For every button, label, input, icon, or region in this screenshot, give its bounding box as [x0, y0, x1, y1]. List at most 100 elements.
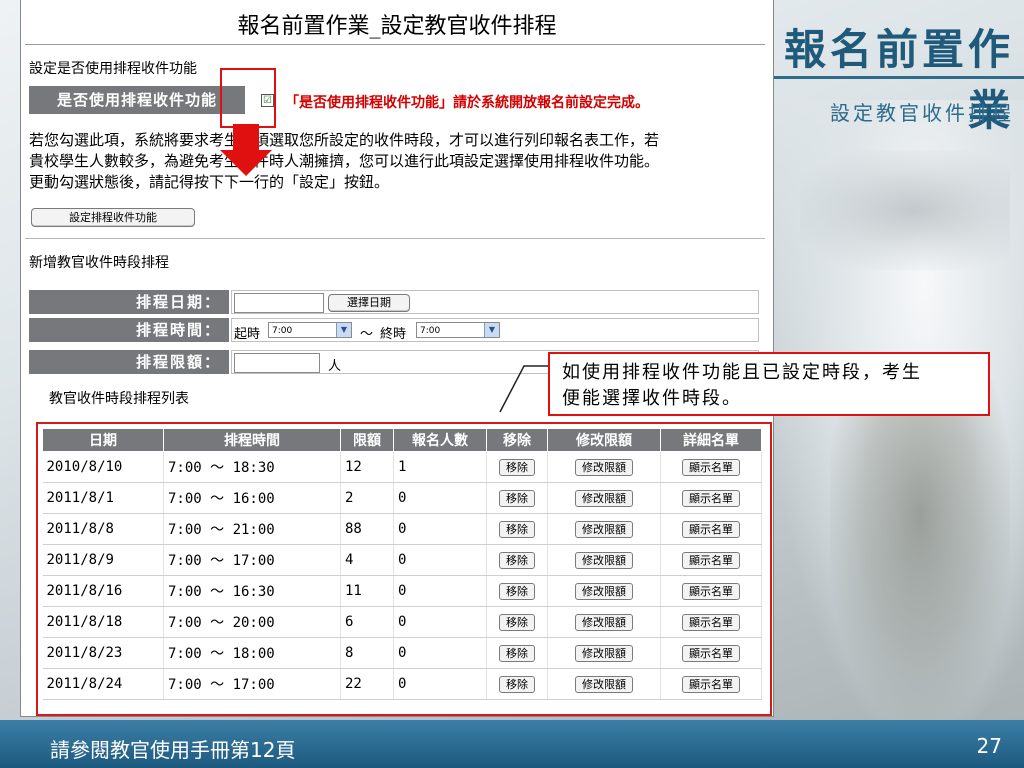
- choose-date-button[interactable]: 選擇日期: [328, 294, 410, 312]
- background-soldier-image: [830, 380, 1010, 720]
- chevron-down-icon: ▼: [484, 323, 499, 337]
- section-divider: [25, 238, 765, 239]
- edit-limit-cell: 修改限額: [547, 637, 661, 669]
- start-time-value: 7:00: [272, 326, 293, 336]
- column-header: 排程時間: [163, 428, 341, 452]
- show-list-button[interactable]: 顯示名單: [682, 675, 740, 693]
- heading-divider: [25, 44, 765, 45]
- limit-cell: 2: [340, 482, 394, 514]
- edit-limit-button[interactable]: 修改限額: [575, 458, 633, 476]
- edit-limit-button[interactable]: 修改限額: [575, 489, 633, 507]
- show-list-cell: 顯示名單: [660, 637, 762, 669]
- limit-input[interactable]: [234, 353, 320, 373]
- checkbox-highlight: [220, 68, 276, 128]
- table-row: 2010/8/10 7:00 ～ 18:30 12 1 移除 修改限額 顯示名單: [42, 451, 762, 483]
- show-list-cell: 顯示名單: [660, 482, 762, 514]
- edit-limit-cell: 修改限額: [547, 513, 661, 545]
- date-cell: 2011/8/1: [42, 482, 164, 514]
- table-row: 2011/8/9 7:00 ～ 17:00 4 0 移除 修改限額 顯示名單: [42, 544, 762, 576]
- date-input[interactable]: [234, 293, 324, 313]
- column-header: 限額: [340, 428, 394, 452]
- show-list-button[interactable]: 顯示名單: [682, 613, 740, 631]
- add-section-label: 新增教官收件時段排程: [29, 255, 169, 271]
- list-label: 教官收件時段排程列表: [49, 391, 189, 407]
- set-schedule-button[interactable]: 設定排程收件功能: [31, 208, 195, 227]
- use-section-label: 設定是否使用排程收件功能: [29, 61, 197, 77]
- remove-button[interactable]: 移除: [499, 582, 535, 600]
- time-cell: 7:00 ～ 16:00: [163, 482, 341, 514]
- date-cell: 2011/8/23: [42, 637, 164, 669]
- down-arrow-head-icon: [220, 150, 272, 176]
- time-cell: 7:00 ～ 18:30: [163, 451, 341, 483]
- table-row: 2011/8/18 7:00 ～ 20:00 6 0 移除 修改限額 顯示名單: [42, 606, 762, 638]
- show-list-button[interactable]: 顯示名單: [682, 458, 740, 476]
- start-time-select[interactable]: 7:00 ▼: [268, 322, 352, 338]
- edit-limit-button[interactable]: 修改限額: [575, 675, 633, 693]
- table-body: 2010/8/10 7:00 ～ 18:30 12 1 移除 修改限額 顯示名單 2011/8…: [42, 451, 762, 700]
- date-cell: 2011/8/16: [42, 575, 164, 607]
- start-time-label: 起時: [234, 327, 261, 342]
- description-line: 若您勾選此項，系統將要求考生必須選取您所設定的收件時段，才可以進行列印報名表工作…: [29, 131, 660, 149]
- table-row: 2011/8/8 7:00 ～ 21:00 88 0 移除 修改限額 顯示名單: [42, 513, 762, 545]
- down-arrow-icon: [233, 124, 259, 152]
- show-list-button[interactable]: 顯示名單: [682, 582, 740, 600]
- callout-box: 如使用排程收件功能且已設定時段，考生 便能選擇收件時段。: [548, 352, 990, 416]
- count-cell: 0: [393, 637, 487, 669]
- background-jet-image: [800, 150, 1010, 270]
- edit-limit-button[interactable]: 修改限額: [575, 582, 633, 600]
- remove-button[interactable]: 移除: [499, 551, 535, 569]
- slide-subtitle: 設定教官收件排程: [830, 101, 1014, 125]
- limit-cell: 8: [340, 637, 394, 669]
- remove-cell: 移除: [486, 482, 548, 514]
- date-label: 排程日期：: [29, 290, 229, 314]
- edit-limit-cell: 修改限額: [547, 575, 661, 607]
- edit-limit-button[interactable]: 修改限額: [575, 551, 633, 569]
- table-header-row: 日期 排程時間 限額 報名人數 移除 修改限額 詳細名單: [42, 428, 762, 452]
- show-list-button[interactable]: 顯示名單: [682, 644, 740, 662]
- schedule-table: 日期 排程時間 限額 報名人數 移除 修改限額 詳細名單 2010/8/10 7:…: [42, 428, 762, 700]
- edit-limit-cell: 修改限額: [547, 544, 661, 576]
- show-list-button[interactable]: 顯示名單: [682, 489, 740, 507]
- date-cell: 選擇日期: [231, 290, 759, 314]
- remove-button[interactable]: 移除: [499, 458, 535, 476]
- limit-cell: 22: [340, 668, 394, 700]
- edit-limit-button[interactable]: 修改限額: [575, 644, 633, 662]
- callout-connector: [499, 365, 550, 413]
- count-cell: 1: [393, 451, 487, 483]
- remove-button[interactable]: 移除: [499, 613, 535, 631]
- show-list-cell: 顯示名單: [660, 575, 762, 607]
- time-range-tilde: ～: [360, 327, 374, 342]
- date-cell: 2010/8/10: [42, 451, 164, 483]
- time-cell: 7:00 ～ 20:00: [163, 606, 341, 638]
- time-cell: 7:00 ～ 17:00: [163, 544, 341, 576]
- column-header: 詳細名單: [660, 428, 762, 452]
- table-row: 2011/8/16 7:00 ～ 16:30 11 0 移除 修改限額 顯示名單: [42, 575, 762, 607]
- edit-limit-cell: 修改限額: [547, 606, 661, 638]
- remove-button[interactable]: 移除: [499, 520, 535, 538]
- show-list-button[interactable]: 顯示名單: [682, 520, 740, 538]
- edit-limit-button[interactable]: 修改限額: [575, 520, 633, 538]
- limit-label: 排程限額：: [29, 350, 229, 374]
- remove-button[interactable]: 移除: [499, 675, 535, 693]
- date-cell: 2011/8/9: [42, 544, 164, 576]
- remove-cell: 移除: [486, 513, 548, 545]
- count-cell: 0: [393, 606, 487, 638]
- description-text: 若您勾選此項，系統將要求考生必須選取您所設定的收件時段，才可以進行列印報名表工作…: [29, 130, 769, 193]
- count-cell: 0: [393, 668, 487, 700]
- limit-cell: 12: [340, 451, 394, 483]
- page-number: 27: [976, 734, 1002, 758]
- time-cell: 7:00 ～ 16:30: [163, 575, 341, 607]
- show-list-button[interactable]: 顯示名單: [682, 551, 740, 569]
- edit-limit-button[interactable]: 修改限額: [575, 613, 633, 631]
- limit-cell: 6: [340, 606, 394, 638]
- remove-button[interactable]: 移除: [499, 644, 535, 662]
- end-time-select[interactable]: 7:00 ▼: [416, 322, 500, 338]
- date-cell: 2011/8/24: [42, 668, 164, 700]
- edit-limit-cell: 修改限額: [547, 451, 661, 483]
- count-cell: 0: [393, 482, 487, 514]
- remove-cell: 移除: [486, 637, 548, 669]
- remove-button[interactable]: 移除: [499, 489, 535, 507]
- show-list-cell: 顯示名單: [660, 451, 762, 483]
- time-cell: 起時 7:00 ▼ ～ 終時 7:00 ▼: [231, 318, 759, 342]
- column-header: 修改限額: [547, 428, 661, 452]
